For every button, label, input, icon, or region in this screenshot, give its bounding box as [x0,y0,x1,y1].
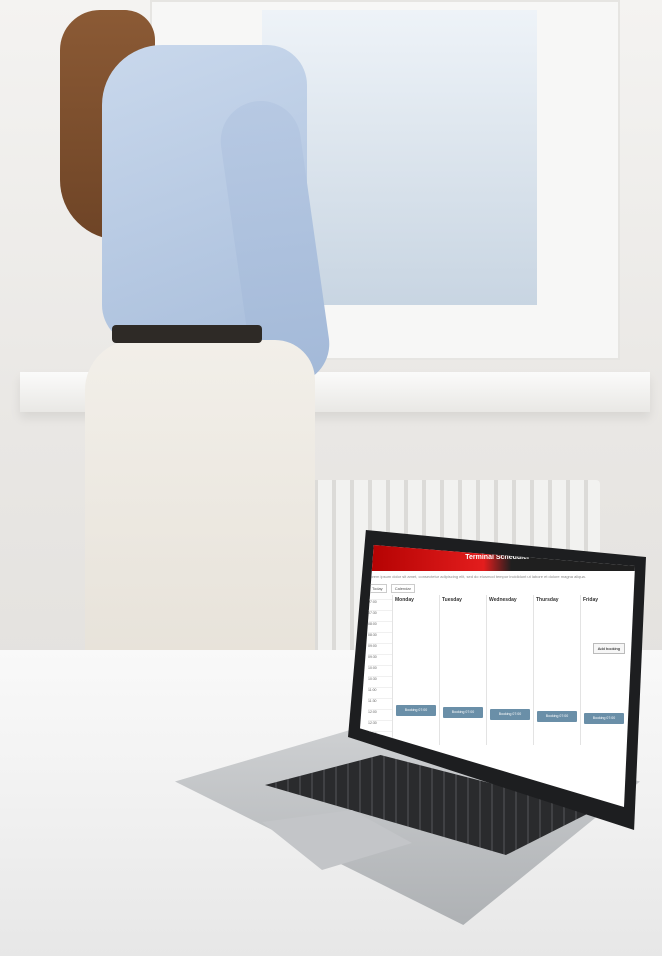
add-booking-button[interactable]: Add booking [592,643,625,654]
day-header: Friday [583,597,599,603]
booking-slot[interactable]: Booking 07:00 [396,705,436,716]
day-column: Thursday Booking 07:00 [533,595,580,745]
woman-pants [85,340,315,700]
booking-slot[interactable]: Booking 07:00 [537,711,577,722]
day-header: Thursday [536,597,559,603]
booking-slot[interactable]: Booking 07:00 [490,709,530,720]
day-column: Tuesday Booking 07:00 [439,595,486,745]
time-label: 12:00 [368,709,392,720]
time-label: 09:30 [368,654,392,665]
time-label: 11:00 [368,687,392,698]
time-label: 07:30 [368,610,392,621]
time-label: 12:30 [368,720,392,731]
day-header: Tuesday [442,597,462,603]
schedule-grid: 07:00 07:30 08:00 08:30 09:00 09:30 10:0… [360,595,635,747]
toolbar-today-button[interactable]: Today [368,584,387,593]
day-header: Monday [395,597,414,603]
booking-slot[interactable]: Booking 07:00 [443,707,483,718]
day-column: Monday Booking 07:00 [392,595,439,745]
time-label: 07:00 [368,599,392,610]
woman-belt [112,325,262,343]
time-label: 10:00 [368,665,392,676]
app-toolbar: Today Calendar [360,582,635,595]
booking-slot[interactable]: Booking 07:00 [584,713,624,724]
app-description: Lorem ipsum dolor sit amet, consectetur … [368,574,586,579]
time-label: 08:00 [368,621,392,632]
toolbar-calendar-button[interactable]: Calendar [390,584,415,593]
time-label: 10:30 [368,676,392,687]
day-header: Wednesday [489,597,517,603]
time-column: 07:00 07:30 08:00 08:30 09:00 09:30 10:0… [368,595,392,747]
day-column: Friday Booking 07:00 [580,595,627,745]
day-column: Wednesday Booking 07:00 [486,595,533,745]
time-label: 11:30 [368,698,392,709]
time-label: 08:30 [368,632,392,643]
time-label: 09:00 [368,643,392,654]
